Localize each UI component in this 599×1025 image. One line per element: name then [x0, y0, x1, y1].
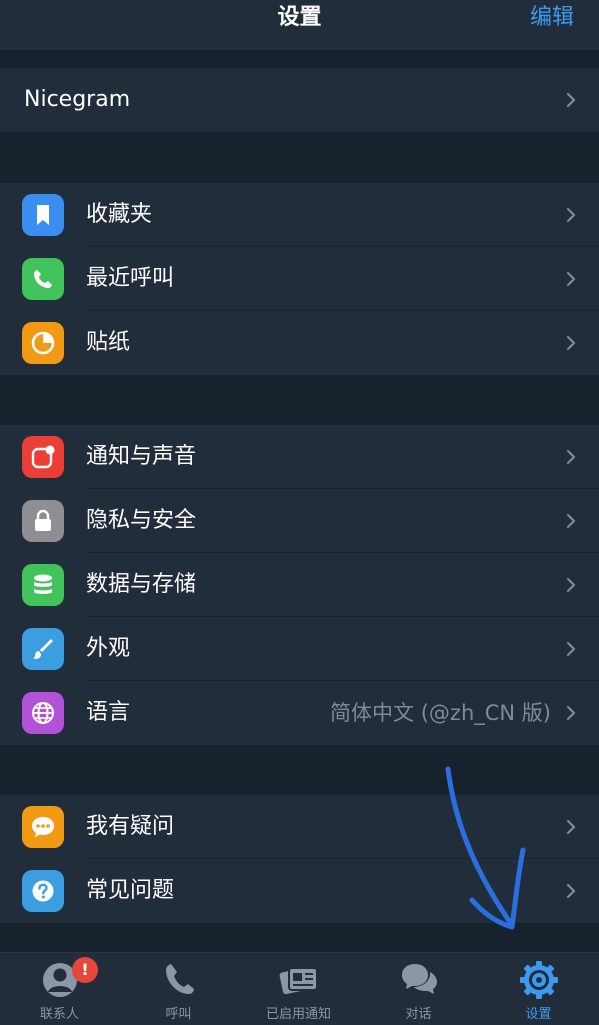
tab-calls[interactable]: 呼叫 [119, 953, 238, 1025]
phone-icon [22, 258, 64, 300]
stickers-row[interactable]: 贴纸 [0, 311, 599, 375]
ask-question-label: 我有疑问 [86, 814, 175, 839]
settings-group-2: 通知与声音 隐私与安全 数据与存储 外观 语言 简体中文 (@zh_CN 版) [0, 425, 599, 745]
bookmark-icon [22, 194, 64, 236]
navigation-bar: 设置 编辑 [0, 0, 599, 50]
notifications-row[interactable]: 通知与声音 [0, 425, 599, 489]
faq-label: 常见问题 [86, 878, 175, 903]
chevron-right-icon [566, 92, 576, 108]
sticker-icon [22, 322, 64, 364]
chevron-right-icon [566, 513, 576, 529]
tab-chats[interactable]: 对话 [359, 953, 478, 1025]
chevron-right-icon [566, 577, 576, 593]
nicegram-row[interactable]: Nicegram [0, 68, 599, 132]
notifications-label: 通知与声音 [86, 444, 197, 469]
notification-card-icon [279, 967, 318, 995]
chevron-right-icon [566, 641, 576, 657]
chat-bubble-icon [22, 806, 64, 848]
tab-bar: ! 联系人 呼叫 已启用通知 对话 设置 [0, 952, 599, 1025]
settings-group-1: 收藏夹 最近呼叫 贴纸 [0, 183, 599, 375]
settings-icon [519, 961, 558, 999]
recent-calls-row[interactable]: 最近呼叫 [0, 247, 599, 311]
favorites-label: 收藏夹 [86, 202, 153, 227]
annotation-arrow [445, 766, 526, 930]
recent-calls-label: 最近呼叫 [86, 266, 175, 291]
privacy-row[interactable]: 隐私与安全 [0, 489, 599, 553]
notification-icon [22, 436, 64, 478]
tab-label: 已启用通知 [265, 1007, 331, 1022]
phone-icon [165, 964, 194, 994]
contacts-badge: ! [72, 957, 98, 983]
chevron-right-icon [566, 819, 576, 835]
appearance-row[interactable]: 外观 [0, 617, 599, 681]
tab-label: 设置 [525, 1007, 552, 1022]
question-icon [22, 870, 64, 912]
appearance-label: 外观 [86, 636, 131, 661]
language-value: 简体中文 (@zh_CN 版) [330, 701, 551, 725]
language-row[interactable]: 语言 简体中文 (@zh_CN 版) [0, 681, 599, 745]
nicegram-label: Nicegram [24, 87, 131, 112]
tab-notifications-enabled[interactable]: 已启用通知 [239, 953, 358, 1025]
privacy-label: 隐私与安全 [86, 508, 197, 533]
tab-contacts[interactable]: ! 联系人 [0, 953, 119, 1025]
chevron-right-icon [566, 705, 576, 721]
data-storage-row[interactable]: 数据与存储 [0, 553, 599, 617]
chevron-right-icon [566, 271, 576, 287]
data-storage-label: 数据与存储 [86, 572, 197, 597]
chevron-right-icon [566, 207, 576, 223]
tab-settings[interactable]: 设置 [479, 953, 598, 1025]
chevron-right-icon [566, 449, 576, 465]
tab-label: 联系人 [39, 1007, 79, 1022]
chevron-right-icon [566, 335, 576, 351]
stickers-label: 贴纸 [86, 330, 131, 355]
brush-icon [22, 628, 64, 670]
tab-label: 对话 [405, 1007, 432, 1022]
tab-label: 呼叫 [165, 1007, 192, 1022]
edit-button[interactable]: 编辑 [530, 3, 574, 33]
chats-icon [401, 964, 437, 994]
database-icon [22, 564, 64, 606]
favorites-row[interactable]: 收藏夹 [0, 183, 599, 247]
lock-icon [22, 500, 64, 542]
language-label: 语言 [86, 700, 131, 725]
chevron-right-icon [566, 883, 576, 899]
page-title: 设置 [277, 5, 322, 30]
nicegram-group: Nicegram [0, 68, 599, 132]
globe-icon [22, 692, 64, 734]
